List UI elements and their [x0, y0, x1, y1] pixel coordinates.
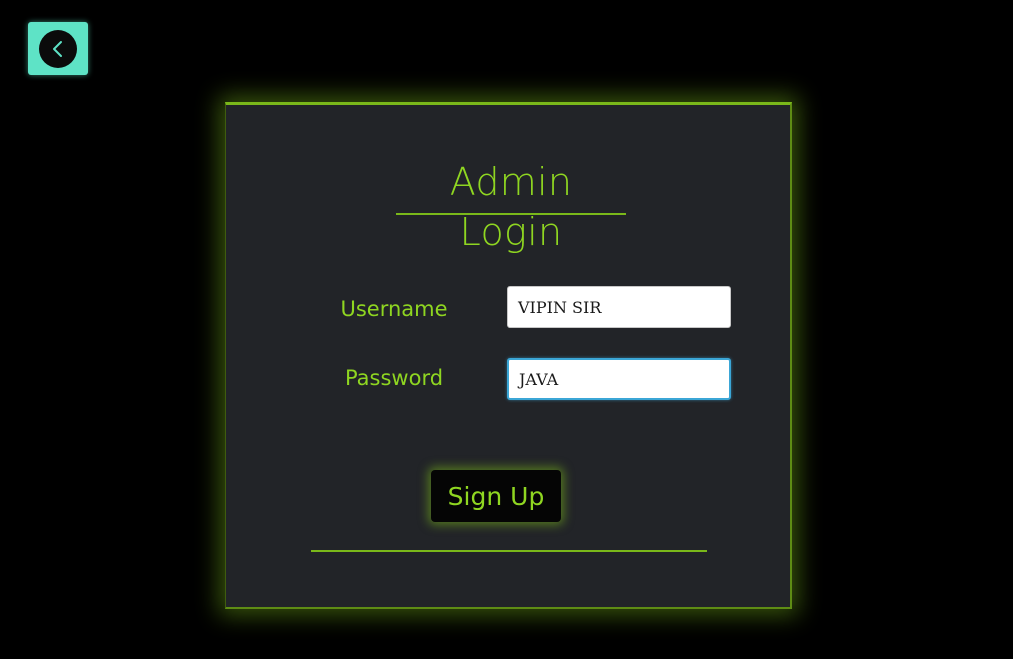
password-input[interactable]: JAVA [507, 358, 731, 400]
back-button[interactable] [28, 22, 88, 75]
sign-up-button[interactable]: Sign Up [431, 470, 561, 522]
title-underline [396, 213, 626, 215]
username-input[interactable]: VIPIN SIR [507, 286, 731, 328]
back-button-circle [39, 29, 77, 68]
password-label: Password [344, 366, 444, 390]
chevron-left-icon [53, 40, 62, 57]
login-card: Admin Login Username VIPIN SIR Password … [225, 102, 792, 609]
page-title: Admin Login [449, 160, 573, 254]
username-label: Username [340, 297, 448, 321]
divider [311, 550, 707, 552]
